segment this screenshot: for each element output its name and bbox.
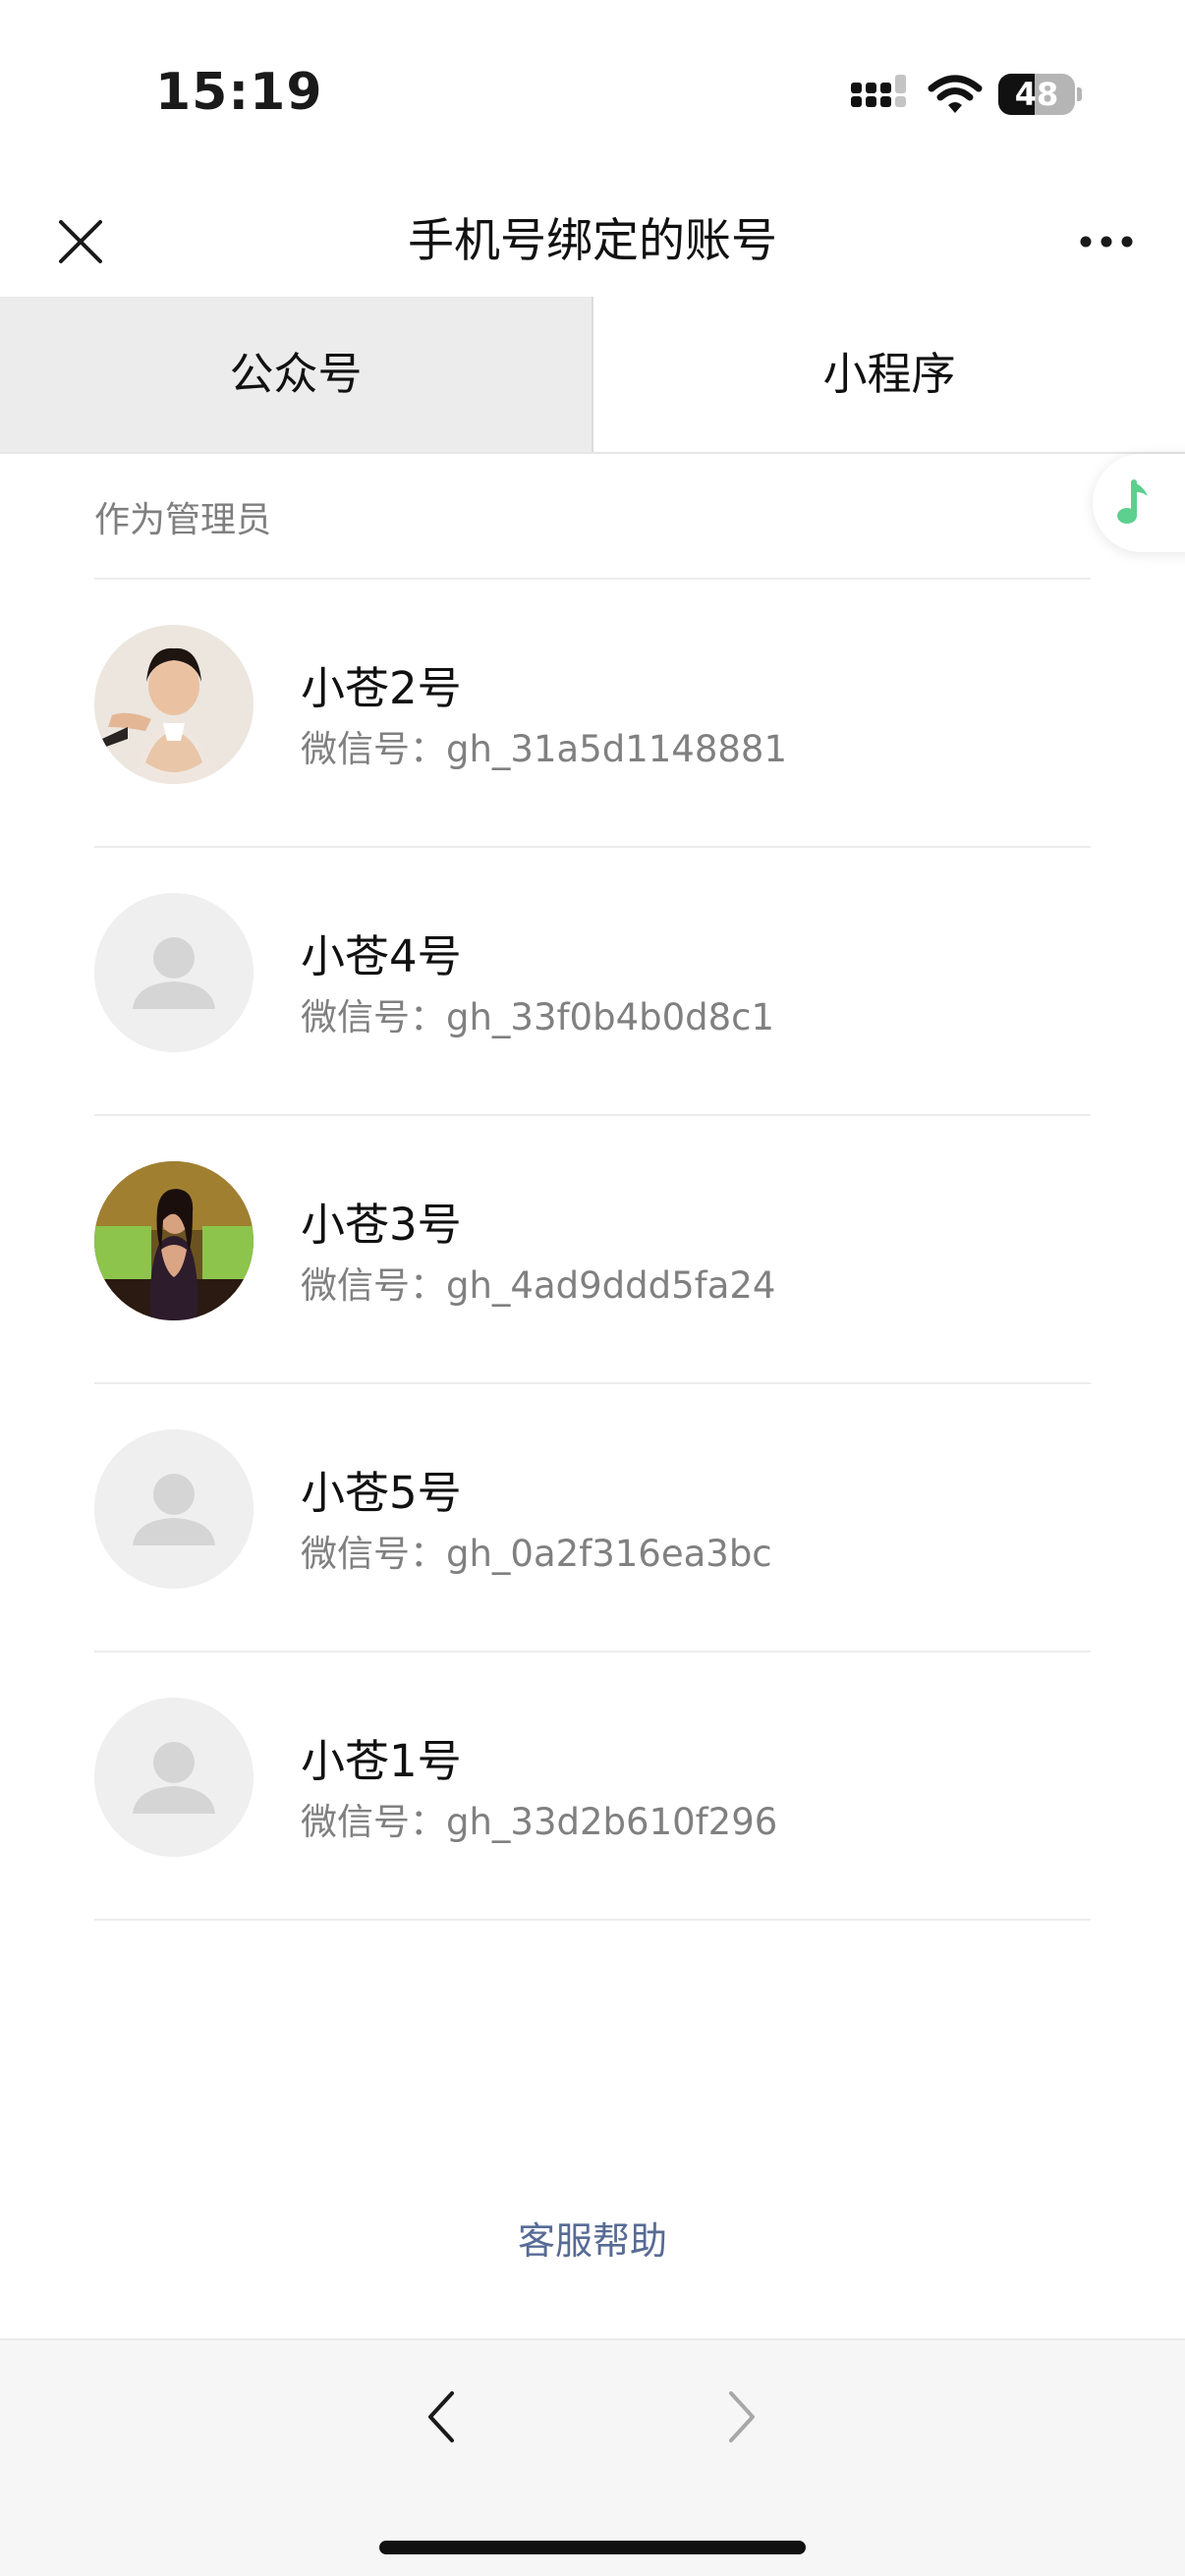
bottom-toolbar	[0, 2338, 1185, 2576]
default-avatar-icon	[94, 893, 254, 1052]
account-id: 微信号：gh_33f0b4b0d8c1	[301, 996, 775, 1038]
account-id: 微信号：gh_4ad9ddd5fa24	[301, 1264, 776, 1307]
more-icon	[1080, 236, 1133, 248]
close-button[interactable]	[45, 206, 116, 277]
list-item[interactable]: 小苍5号 微信号：gh_0a2f316ea3bc	[94, 1384, 1091, 1652]
account-id: 微信号：gh_31a5d1148881	[301, 728, 788, 770]
floating-music-button[interactable]	[1093, 454, 1185, 552]
account-id: 微信号：gh_33d2b610f296	[301, 1801, 778, 1843]
avatar	[94, 625, 254, 784]
page-title: 手机号绑定的账号	[408, 214, 777, 268]
account-list: 小苍2号 微信号：gh_31a5d1148881 小苍4号 微信号：gh_33f…	[94, 580, 1091, 1921]
forward-button[interactable]	[705, 2381, 776, 2452]
default-avatar-icon	[94, 1698, 254, 1857]
nav-bar: 手机号绑定的账号	[0, 187, 1185, 297]
list-item[interactable]: 小苍2号 微信号：gh_31a5d1148881	[94, 580, 1091, 848]
more-button[interactable]	[1071, 216, 1142, 267]
battery-icon: 48	[998, 74, 1082, 117]
battery-level: 48	[1014, 76, 1059, 113]
list-item[interactable]: 小苍4号 微信号：gh_33f0b4b0d8c1	[94, 848, 1091, 1116]
list-item[interactable]: 小苍3号 微信号：gh_4ad9ddd5fa24	[94, 1116, 1091, 1384]
signal-icon	[849, 75, 910, 118]
tab-official-accounts[interactable]: 公众号	[0, 297, 592, 452]
chevron-left-icon	[428, 2391, 454, 2442]
account-name: 小苍5号	[301, 1467, 462, 1519]
tab-bar: 公众号 小程序	[0, 297, 1185, 454]
account-name: 小苍4号	[301, 930, 462, 982]
account-name: 小苍3号	[301, 1199, 462, 1251]
section-header: 作为管理员	[94, 500, 272, 540]
music-note-icon	[1117, 479, 1148, 524]
home-indicator	[379, 2541, 806, 2554]
back-button[interactable]	[407, 2381, 478, 2452]
account-id: 微信号：gh_0a2f316ea3bc	[301, 1533, 772, 1575]
close-icon	[59, 220, 102, 263]
wifi-icon	[928, 75, 983, 118]
list-item[interactable]: 小苍1号 微信号：gh_33d2b610f296	[94, 1652, 1091, 1921]
default-avatar-icon	[94, 1429, 254, 1589]
customer-service-help-link[interactable]: 客服帮助	[0, 2211, 1185, 2265]
tab-mini-programs[interactable]: 小程序	[593, 297, 1185, 452]
chevron-right-icon	[729, 2391, 755, 2442]
account-name: 小苍1号	[301, 1735, 462, 1787]
account-name: 小苍2号	[301, 662, 462, 714]
avatar	[94, 1161, 254, 1320]
status-bar: 15:19 48	[0, 0, 1185, 187]
status-time: 15:19	[155, 63, 323, 122]
